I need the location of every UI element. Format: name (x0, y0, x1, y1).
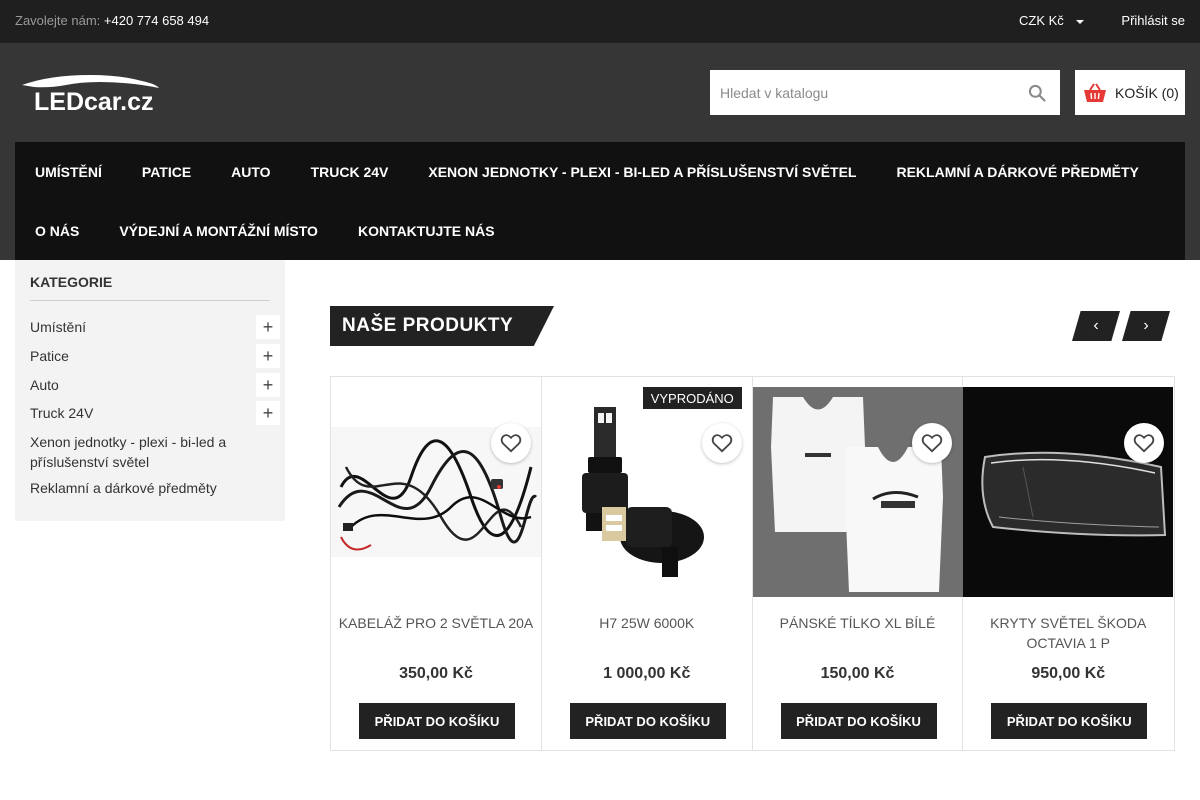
cart-label: KOŠÍK (0) (1115, 84, 1179, 101)
category-label: Patice (30, 348, 69, 364)
sold-out-badge: VYPRODÁNO (642, 387, 742, 409)
plus-icon[interactable]: + (256, 315, 280, 339)
contact-info: Zavolejte nám: +420 774 658 494 (15, 13, 209, 28)
plus-icon[interactable]: + (256, 344, 280, 368)
product-name[interactable]: KRYTY SVĚTEL ŠKODA OCTAVIA 1 P (963, 613, 1173, 653)
search-button[interactable] (1014, 70, 1060, 115)
category-label: Xenon jednotky - plexi - bi-led a příslu… (30, 434, 227, 470)
favorite-button[interactable] (490, 423, 531, 463)
caret-down-icon (1075, 19, 1084, 24)
product-image-tanktop[interactable] (752, 387, 963, 597)
search-icon (1028, 84, 1046, 102)
nav-item-truck[interactable]: TRUCK 24V (291, 142, 409, 201)
product-price: 150,00 Kč (820, 665, 895, 682)
search-box (710, 70, 1060, 115)
add-to-cart-button[interactable]: PŘIDAT DO KOŠÍKU (569, 703, 726, 739)
category-label: Reklamní a dárkové předměty (30, 480, 217, 496)
currency-selector[interactable]: CZK Kč (1019, 13, 1084, 28)
nav-item-reklamni[interactable]: REKLAMNÍ A DÁRKOVÉ PŘEDMĚTY (876, 142, 1158, 201)
cart-button[interactable]: KOŠÍK (0) (1075, 70, 1185, 115)
nav-item-xenon[interactable]: XENON JEDNOTKY - PLEXI - BI-LED A PŘÍSLU… (408, 142, 876, 201)
product-card[interactable]: PÁNSKÉ TÍLKO XL BÍLÉ 150,00 Kč PŘIDAT DO… (752, 377, 964, 750)
phone-number[interactable]: +420 774 658 494 (104, 13, 209, 28)
contact-label: Zavolejte nám: (15, 13, 101, 28)
category-item-patice[interactable]: Patice + (30, 344, 280, 375)
carousel-prev-button[interactable]: ‹ (1072, 311, 1120, 341)
product-name[interactable]: PÁNSKÉ TÍLKO XL BÍLÉ (753, 613, 963, 633)
product-image-bulb[interactable] (541, 387, 752, 597)
product-price: 950,00 Kč (1031, 665, 1106, 682)
chevron-right-icon: › (1143, 317, 1149, 334)
main-nav: UMÍSTĚNÍ PATICE AUTO TRUCK 24V XENON JED… (15, 142, 1185, 260)
product-image-headlight[interactable] (963, 387, 1174, 597)
product-carousel: KABELÁŽ PRO 2 SVĚTLA 20A 350,00 Kč PŘIDA… (330, 376, 1175, 751)
search-input[interactable] (710, 70, 1014, 115)
nav-item-kontakt[interactable]: KONTAKTUJTE NÁS (338, 201, 515, 260)
category-item-truck[interactable]: Truck 24V + (30, 401, 280, 432)
category-item-reklamni[interactable]: Reklamní a dárkové předměty (30, 478, 280, 502)
add-to-cart-button[interactable]: PŘIDAT DO KOŠÍKU (359, 703, 515, 739)
logo-text: LEDcar.cz (34, 88, 154, 113)
sidebar-divider (30, 300, 270, 301)
category-item-umisteni[interactable]: Umístění + (30, 315, 280, 346)
category-label: Umístění (30, 319, 87, 335)
product-price: 1 000,00 Kč (603, 665, 691, 682)
favorite-button[interactable] (701, 423, 742, 463)
product-image-cable[interactable] (331, 387, 541, 597)
section-title: NAŠE PRODUKTY (330, 306, 554, 346)
sidebar-title: KATEGORIE (30, 274, 113, 290)
category-label: Truck 24V (30, 405, 94, 421)
site-logo[interactable]: LEDcar.cz (20, 73, 160, 116)
basket-icon (1084, 82, 1106, 102)
site-header: LEDcar.cz KOŠÍK (0) UMÍSTĚNÍ PATICE AUTO… (0, 43, 1200, 260)
plus-icon[interactable]: + (256, 373, 280, 397)
category-item-xenon[interactable]: Xenon jednotky - plexi - bi-led a příslu… (30, 432, 240, 478)
heart-icon (711, 434, 732, 453)
product-card[interactable]: KABELÁŽ PRO 2 SVĚTLA 20A 350,00 Kč PŘIDA… (331, 377, 542, 750)
nav-item-umisteni[interactable]: UMÍSTĚNÍ (15, 142, 122, 201)
login-link[interactable]: Přihlásit se (1121, 13, 1185, 28)
favorite-button[interactable] (1124, 423, 1164, 463)
add-to-cart-button[interactable]: PŘIDAT DO KOŠÍKU (991, 703, 1148, 739)
product-card[interactable]: KRYTY SVĚTEL ŠKODA OCTAVIA 1 P 950,00 Kč… (963, 377, 1174, 750)
heart-icon (922, 434, 943, 453)
heart-icon (500, 434, 521, 453)
chevron-left-icon: ‹ (1093, 317, 1099, 334)
product-name[interactable]: KABELÁŽ PRO 2 SVĚTLA 20A (331, 613, 541, 633)
currency-label: CZK Kč (1019, 13, 1064, 28)
nav-item-auto[interactable]: AUTO (211, 142, 290, 201)
plus-icon[interactable]: + (256, 401, 280, 425)
nav-item-vydejni[interactable]: VÝDEJNÍ A MONTÁŽNÍ MÍSTO (99, 201, 338, 260)
category-list: Umístění + Patice + Auto + Truck 24V + X… (30, 315, 280, 502)
category-item-auto[interactable]: Auto + (30, 373, 280, 403)
product-name[interactable]: H7 25W 6000K (542, 613, 752, 633)
carousel-next-button[interactable]: › (1122, 311, 1170, 341)
category-sidebar: KATEGORIE Umístění + Patice + Auto + Tru… (15, 260, 285, 521)
product-price: 350,00 Kč (399, 665, 473, 682)
favorite-button[interactable] (912, 423, 953, 463)
product-card[interactable]: VYPRODÁNO H7 25W 6000K 1 000,00 Kč PŘIDA… (541, 377, 753, 750)
nav-item-o-nas[interactable]: O NÁS (15, 201, 99, 260)
top-bar: Zavolejte nám: +420 774 658 494 CZK Kč P… (0, 0, 1200, 43)
add-to-cart-button[interactable]: PŘIDAT DO KOŠÍKU (780, 703, 937, 739)
nav-item-patice[interactable]: PATICE (122, 142, 211, 201)
category-label: Auto (30, 377, 59, 393)
heart-icon (1133, 434, 1155, 453)
